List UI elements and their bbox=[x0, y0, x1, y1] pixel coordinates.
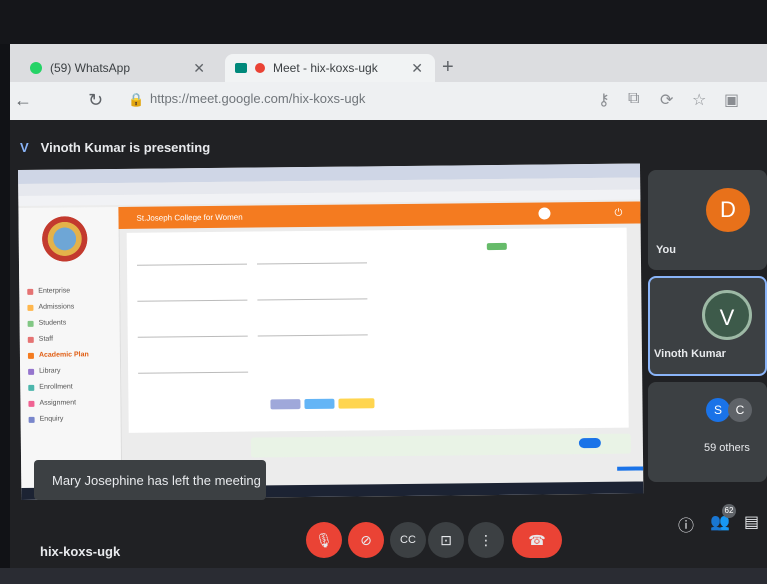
shared-menu-item: Enterprise bbox=[27, 287, 70, 295]
toast-notification: Mary Josephine has left the meeting bbox=[34, 460, 266, 500]
shared-menu-item: Academic Plan bbox=[27, 351, 89, 359]
presenting-text: Vinoth Kumar is presenting bbox=[40, 140, 211, 155]
college-header: St.Joseph College for Women ⏻ bbox=[118, 201, 641, 229]
avatar: C bbox=[728, 398, 752, 422]
star-icon[interactable]: ☆ bbox=[692, 90, 706, 110]
shared-menu-item: Library bbox=[28, 368, 61, 375]
back-icon[interactable]: ← bbox=[14, 90, 32, 111]
shared-menu-item: Admissions bbox=[27, 303, 74, 311]
participant-name: You bbox=[656, 244, 676, 256]
shared-select bbox=[136, 253, 248, 266]
info-icon[interactable]: ⓘ bbox=[678, 512, 694, 536]
browser-tab-bar: (59) WhatsApp ✕ Meet - hix-koxs-ugk ✕ + bbox=[10, 44, 767, 82]
meeting-code: hix-koxs-ugk bbox=[40, 544, 121, 559]
avatar: V bbox=[702, 290, 752, 340]
windows-taskbar bbox=[0, 568, 767, 584]
shared-menu-item: Enrollment bbox=[28, 383, 73, 391]
address-bar: ← ↻ 🔒 https://meet.google.com/hix-koxs-u… bbox=[10, 82, 767, 121]
shared-button bbox=[270, 399, 301, 410]
recording-icon bbox=[255, 63, 265, 73]
shared-section-bar bbox=[250, 433, 632, 458]
shared-menu-item: Students bbox=[27, 320, 67, 327]
shared-select bbox=[137, 289, 248, 302]
camera-off-icon: ⊘ bbox=[360, 532, 372, 548]
presenter-initial: V bbox=[20, 140, 29, 155]
shared-menu-item: Staff bbox=[27, 336, 53, 343]
camera-off-button[interactable]: ⊘ bbox=[348, 522, 384, 558]
mic-off-icon: 🎙 bbox=[315, 532, 333, 548]
shared-select bbox=[257, 288, 368, 301]
refresh-alt-icon[interactable]: ⟳ bbox=[660, 90, 673, 110]
key-icon[interactable]: ⚷ bbox=[598, 90, 610, 110]
hangup-icon: ☎ bbox=[528, 532, 546, 548]
monitor-bezel-left bbox=[0, 44, 10, 584]
more-options-button[interactable]: ⋮ bbox=[468, 522, 504, 558]
extension-icon[interactable]: ⧉ bbox=[628, 90, 639, 108]
present-icon: ⊡ bbox=[440, 532, 452, 548]
new-tab-button[interactable]: + bbox=[442, 56, 454, 79]
present-button[interactable]: ⊡ bbox=[428, 522, 464, 558]
mic-off-button[interactable]: 🎙 bbox=[306, 522, 342, 558]
end-call-button[interactable]: ☎ bbox=[512, 522, 562, 558]
shared-select bbox=[137, 325, 248, 338]
tab-label: Meet - hix-koxs-ugk bbox=[273, 61, 378, 75]
shared-screen[interactable]: St.Joseph College for Women ⏻ Enterprise… bbox=[18, 163, 644, 500]
url-field[interactable]: https://meet.google.com/hix-koxs-ugk bbox=[150, 91, 365, 106]
monitor-bezel-top bbox=[0, 0, 767, 44]
shared-menu-item: Enquiry bbox=[28, 416, 63, 423]
avatar: S bbox=[706, 398, 730, 422]
shared-status-chip bbox=[486, 242, 507, 251]
presenting-banner: V Vinoth Kumar is presenting bbox=[20, 140, 210, 155]
reload-icon[interactable]: ↻ bbox=[88, 90, 103, 111]
college-name: St.Joseph College for Women bbox=[136, 212, 243, 223]
captions-button[interactable]: CC bbox=[390, 522, 426, 558]
more-icon: ⋮ bbox=[479, 532, 493, 548]
people-count-badge: 62 bbox=[722, 504, 736, 518]
lock-icon: 🔒 bbox=[128, 92, 145, 107]
shared-button bbox=[338, 398, 375, 409]
collections-icon[interactable]: ▣ bbox=[724, 90, 739, 110]
captions-icon: CC bbox=[400, 534, 416, 546]
chat-icon[interactable]: ▤ bbox=[744, 512, 759, 532]
close-icon[interactable]: ✕ bbox=[193, 60, 205, 77]
whatsapp-icon bbox=[30, 62, 42, 74]
shared-select bbox=[138, 361, 249, 374]
college-crest bbox=[40, 215, 90, 268]
shared-select bbox=[257, 324, 368, 337]
shared-menu-item: Assignment bbox=[28, 399, 76, 407]
toast-text: Mary Josephine has left the meeting bbox=[52, 472, 261, 488]
close-icon[interactable]: ✕ bbox=[411, 60, 423, 77]
shared-select bbox=[256, 252, 367, 265]
tab-meet[interactable]: Meet - hix-koxs-ugk ✕ bbox=[225, 54, 435, 82]
user-avatar bbox=[538, 207, 551, 220]
power-icon: ⏻ bbox=[614, 207, 623, 219]
avatar: D bbox=[706, 188, 750, 232]
shared-form bbox=[126, 227, 629, 433]
shared-button bbox=[304, 398, 335, 410]
tab-label: (59) WhatsApp bbox=[50, 61, 131, 75]
participant-name: 59 others bbox=[704, 442, 750, 454]
participant-name: Vinoth Kumar bbox=[654, 348, 726, 360]
meet-icon bbox=[235, 63, 247, 73]
participant-tile-others[interactable] bbox=[648, 382, 767, 482]
shared-progress bbox=[617, 466, 644, 471]
shared-toggle bbox=[578, 437, 601, 449]
